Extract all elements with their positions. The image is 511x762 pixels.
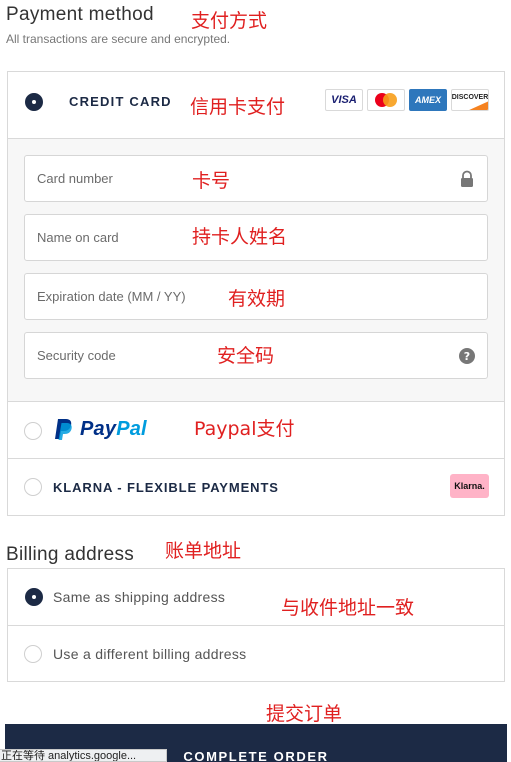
payment-method-title: Payment method (6, 4, 154, 25)
credit-card-label: CREDIT CARD (69, 94, 172, 109)
klarna-option[interactable]: KLARNA - FLEXIBLE PAYMENTS Klarna. (8, 459, 504, 515)
paypal-logo: PayPal (80, 418, 147, 440)
amex-logo-icon: AMEX (409, 89, 447, 111)
annotation-credit-card: 信用卡支付 (190, 96, 286, 118)
annotation-submit: 提交订单 (266, 703, 343, 725)
lock-icon (461, 170, 473, 187)
svg-text:?: ? (464, 350, 470, 363)
mastercard-logo-icon (367, 89, 405, 111)
annotation-security-code: 安全码 (217, 345, 275, 367)
different-address-radio[interactable] (24, 645, 42, 663)
same-address-label: Same as shipping address (53, 589, 226, 605)
klarna-badge: Klarna. (450, 474, 489, 498)
annotation-expiration: 有效期 (228, 288, 286, 310)
annotation-payment-method: 支付方式 (191, 10, 268, 32)
annotation-card-number: 卡号 (192, 170, 231, 192)
different-address-label: Use a different billing address (53, 646, 247, 662)
billing-address-title: Billing address (6, 544, 135, 565)
paypal-p-icon (55, 419, 72, 440)
card-number-field[interactable] (24, 155, 488, 202)
visa-logo-icon: VISA (325, 89, 363, 111)
card-number-input[interactable] (25, 156, 487, 201)
billing-option-different[interactable]: Use a different billing address (8, 626, 504, 683)
credit-card-radio[interactable] (25, 93, 43, 111)
discover-logo-icon: DISCOVER (451, 89, 489, 111)
billing-option-same[interactable]: Same as shipping address (8, 569, 504, 626)
annotation-paypal: Paypal支付 (194, 418, 295, 440)
same-address-radio[interactable] (25, 588, 43, 606)
paypal-radio[interactable] (24, 422, 42, 440)
annotation-billing-address: 账单地址 (165, 540, 242, 562)
browser-status-bar: 正在等待 analytics.google... (0, 749, 167, 762)
klarna-radio[interactable] (24, 478, 42, 496)
help-icon[interactable]: ? (459, 347, 475, 365)
klarna-label: KLARNA - FLEXIBLE PAYMENTS (53, 480, 279, 495)
billing-address-panel: Same as shipping address Use a different… (7, 568, 505, 682)
annotation-name-on-card: 持卡人姓名 (192, 226, 288, 248)
payment-method-subtitle: All transactions are secure and encrypte… (6, 32, 231, 46)
annotation-same-as-shipping: 与收件地址一致 (281, 597, 415, 619)
